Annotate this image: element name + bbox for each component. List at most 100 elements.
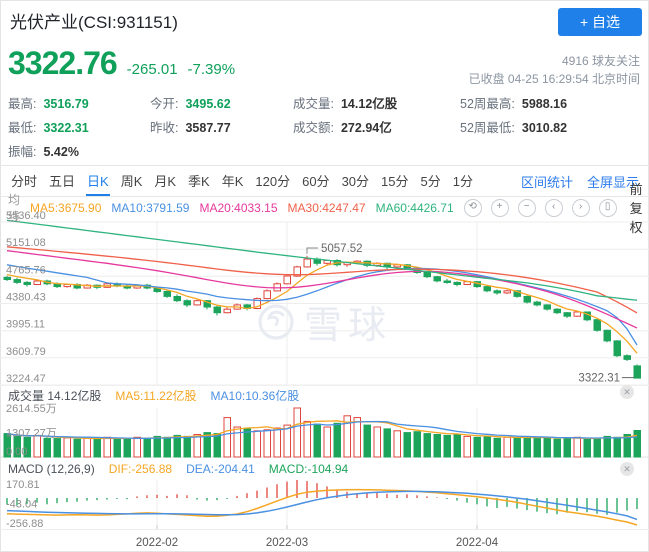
volume-bar [164,437,171,457]
macd-pane-header: MACD (12,26,9) DIF:-256.88 DEA:-204.41 M… [8,461,348,477]
volume-bar [134,437,141,457]
volume-bar [554,439,561,457]
volume-ma10: MA10:10.36亿股 [211,387,300,404]
close-macd-pane-icon[interactable]: ✕ [620,462,634,476]
stat-low: 最低:3322.31 [8,116,89,140]
price-change: -265.01 [127,61,178,78]
candle-body [214,307,221,313]
candle-body [304,259,311,267]
volume-bar [104,437,111,457]
volume-bar [114,438,121,457]
candle-body [504,291,511,293]
volume-bar [384,429,391,457]
tab-monthly-k[interactable]: 月K [153,166,177,196]
pan-left-icon[interactable]: ‹ [545,199,563,217]
volume-bar [414,432,421,457]
candle-body [34,281,41,285]
volume-bar [564,438,571,457]
adjust-mode-selector[interactable]: 前复权 [630,179,643,236]
price-axis-label: 3224.47 [6,373,46,385]
volume-bar [214,434,221,457]
undo-icon[interactable]: ⟲ [464,199,482,217]
chart-toolbar: ⟲ + − ‹ › ▯ [464,199,617,217]
tab-15min[interactable]: 15分 [380,166,409,196]
x-axis-label: 2022-04 [456,537,499,549]
volume-bar [364,425,371,457]
tab-5min[interactable]: 5分 [420,166,442,196]
stat-52w-low: 52周最低:3010.82 [460,116,567,140]
zoom-in-icon[interactable]: + [491,199,509,217]
candle-body [434,277,441,281]
volume-bar [234,427,241,457]
ma5-value: MA5:3675.90 [30,201,101,215]
volume-bar [274,428,281,457]
volume-axis-label: 1307.27万 [6,428,57,440]
tab-yearly-k[interactable]: 年K [221,166,245,196]
quote-block: 3322.76 -265.01 -7.39% [8,45,235,82]
price-axis-label: 4765.76 [6,264,46,276]
tab-quarterly-k[interactable]: 季K [187,166,211,196]
close-volume-pane-icon[interactable]: ✕ [620,385,634,399]
volume-axis-label: 2614.55万 [6,403,57,415]
zoom-out-icon[interactable]: − [518,199,536,217]
price-axis-label: 3609.79 [6,346,46,358]
volume-bar [74,439,81,457]
tab-weekly-k[interactable]: 周K [120,166,144,196]
tab-120min[interactable]: 120分 [254,166,291,196]
volume-bar [634,431,641,458]
screenshot-icon[interactable]: ▯ [599,199,617,217]
volume-bar [304,421,311,457]
tab-60min[interactable]: 60分 [301,166,330,196]
price-change-pct: -7.39% [188,61,236,78]
range-stats-link[interactable]: 区间统计 [521,172,573,191]
candle-body [524,297,531,303]
volume-bar [124,439,131,457]
period-tabs: 分时 五日 日K 周K 月K 季K 年K 120分 60分 30分 15分 5分… [0,165,649,197]
stat-prev-close: 昨收:3587.77 [150,116,231,140]
candle-body [224,309,231,313]
volume-bar [64,438,71,457]
candle-body [14,280,21,283]
candle-body [544,305,551,309]
volume-axis-label: 0.00 [6,446,27,458]
volume-bar [424,434,431,457]
current-price: 3322.76 [8,45,117,82]
pan-right-icon[interactable]: › [572,199,590,217]
price-axis-label: 3995.11 [6,319,45,331]
tab-daily-k[interactable]: 日K [86,166,110,196]
stats-column-2: 今开:3495.62 昨收:3587.77 [150,92,231,140]
tab-5day[interactable]: 五日 [48,166,76,196]
x-axis-label: 2022-03 [266,537,308,549]
candle-body [164,292,171,297]
candle-body [574,312,581,316]
volume-bar [54,439,61,457]
volume-bar [184,436,191,457]
volume-bar [604,436,611,457]
candle-body [184,301,191,305]
stats-column-3: 成交量:14.12亿股 成交额:272.94亿 [293,92,397,140]
tab-1min[interactable]: 1分 [452,166,474,196]
volume-bar [154,436,161,457]
volume-bar [44,438,51,457]
volume-bar [194,435,201,458]
stat-turnover: 成交额:272.94亿 [293,116,397,140]
candle-body [484,287,491,291]
volume-bar [454,435,461,458]
macd-title: MACD (12,26,9) [8,462,95,476]
annotation-high: 5057.52 [321,243,363,255]
ma-line-ma30 [7,247,637,313]
page-title: 光伏产业(CSI:931151) [10,8,178,33]
volume-ma10-line [7,422,637,439]
ma-line-ma10 [7,265,637,345]
candle-body [534,302,541,305]
stats-column-4: 52周最高:5988.16 52周最低:3010.82 [460,92,567,140]
volume-bar [614,437,621,457]
volume-ma5: MA5:11.22亿股 [115,387,196,404]
volume-bar [474,437,481,457]
candle-body [614,341,621,356]
volume-bar [244,429,251,457]
tab-30min[interactable]: 30分 [341,166,370,196]
ma-legend: 均线 MA5:3675.90 MA10:3791.59 MA20:4033.15… [0,198,649,217]
add-watchlist-button[interactable]: + 自选 [558,8,642,36]
candle-body [24,282,31,284]
